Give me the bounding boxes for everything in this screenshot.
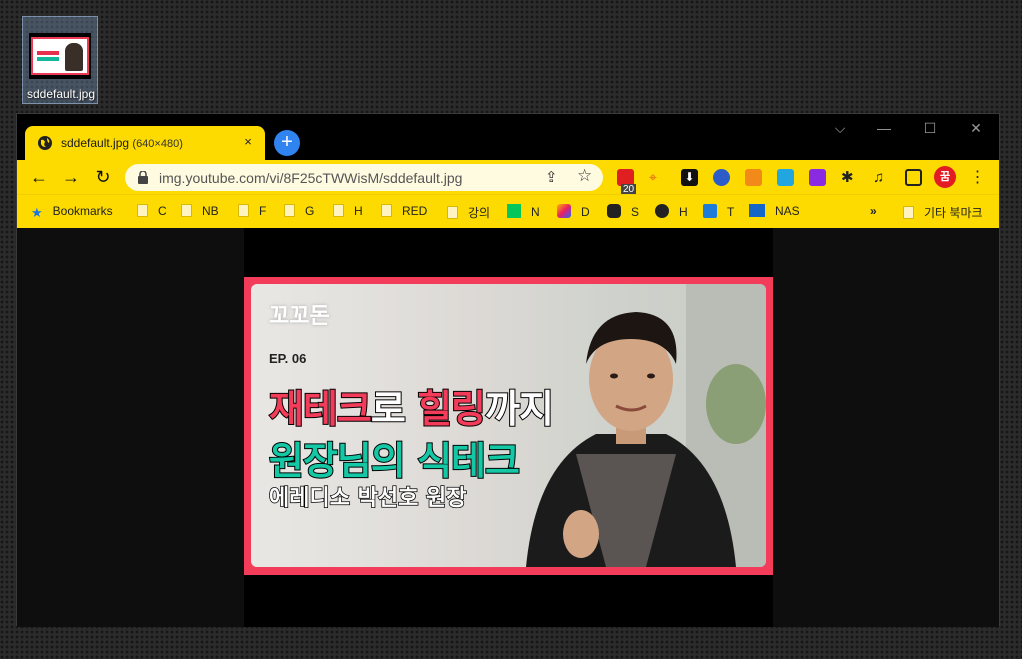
- extension-download-icon[interactable]: ⬇: [681, 169, 698, 186]
- extensions-puzzle-icon[interactable]: ✱: [841, 169, 858, 186]
- desktop-file-label: sddefault.jpg: [26, 87, 96, 101]
- bookmark-nas[interactable]: NAS: [749, 204, 800, 220]
- extension-firefox-icon[interactable]: [713, 169, 730, 186]
- tab-title: sddefault.jpg (640×480): [61, 136, 183, 150]
- bookmark-s[interactable]: S: [607, 204, 639, 220]
- bookmark-folder-c[interactable]: C: [137, 204, 167, 220]
- owl-icon: [655, 204, 669, 218]
- folder-icon: [238, 204, 249, 217]
- minimize-button[interactable]: —: [869, 120, 899, 136]
- forward-button[interactable]: →: [61, 167, 81, 187]
- folder-icon: [284, 204, 295, 217]
- image-viewer: 꼬꼬돈 EP. 06 재테크로 힐링까지 원장님의 식테크 에레디소 박선호 원…: [244, 228, 773, 627]
- lock-icon: [138, 171, 148, 184]
- folder-icon: [903, 206, 914, 219]
- bookmarks-overflow-button[interactable]: »: [870, 204, 877, 220]
- media-control-icon[interactable]: ♫: [873, 169, 890, 186]
- bookmark-folder-g[interactable]: G: [284, 204, 314, 220]
- reload-button[interactable]: ↻: [93, 167, 113, 187]
- image-thumbnail-icon: [29, 33, 91, 79]
- chat-icon: [607, 204, 621, 218]
- bookmark-folder-nb[interactable]: NB: [181, 204, 219, 220]
- menu-kebab-icon[interactable]: ⋮: [969, 169, 986, 186]
- bookmark-item-bookmarks[interactable]: ★ Bookmarks: [31, 204, 113, 220]
- extension-save-icon[interactable]: [809, 169, 826, 186]
- bookmarks-bar: ★ Bookmarks C NB F G H RED 강의 N D S H T N…: [17, 194, 999, 228]
- desktop-file-icon[interactable]: sddefault.jpg: [22, 16, 98, 104]
- guest-name: 에레디소 박선호 원장: [268, 485, 467, 512]
- tab-active[interactable]: sddefault.jpg (640×480) ×: [25, 126, 265, 160]
- bookmark-folder-red[interactable]: RED: [381, 204, 427, 220]
- extension-cursor-icon[interactable]: ⌖: [649, 169, 666, 186]
- close-window-button[interactable]: ✕: [961, 120, 991, 136]
- globe-icon: [38, 136, 52, 150]
- bookmark-d[interactable]: D: [557, 204, 590, 220]
- new-tab-button[interactable]: +: [274, 130, 300, 156]
- trello-icon: [703, 204, 717, 218]
- tab-close-icon[interactable]: ×: [239, 133, 257, 151]
- bookmark-star-icon[interactable]: ☆: [577, 166, 595, 185]
- side-panel-icon[interactable]: [905, 169, 922, 186]
- page-content: 꼬꼬돈 EP. 06 재테크로 힐링까지 원장님의 식테크 에레디소 박선호 원…: [17, 228, 999, 627]
- address-bar[interactable]: img.youtube.com/vi/8F25cTWWisM/sddefault…: [125, 164, 603, 191]
- extension-chart-icon[interactable]: [745, 169, 762, 186]
- browser-window: sddefault.jpg (640×480) × + ⌵ — ☐ ✕ ← → …: [16, 113, 1000, 627]
- tab-search-icon[interactable]: ⌵: [825, 120, 855, 136]
- bookmark-naver[interactable]: N: [507, 204, 540, 220]
- extension-snowflake-icon[interactable]: [777, 169, 794, 186]
- title-bar: sddefault.jpg (640×480) × + ⌵ — ☐ ✕: [17, 114, 999, 160]
- bookmark-h2[interactable]: H: [655, 204, 688, 220]
- d-app-icon: [557, 204, 571, 218]
- url-text: img.youtube.com/vi/8F25cTWWisM/sddefault…: [159, 170, 463, 186]
- maximize-button[interactable]: ☐: [915, 120, 945, 136]
- folder-icon: [447, 206, 458, 219]
- displayed-image[interactable]: 꼬꼬돈 EP. 06 재테크로 힐링까지 원장님의 식테크 에레디소 박선호 원…: [244, 277, 773, 575]
- dsm-icon: [749, 204, 765, 217]
- episode-label: EP. 06: [269, 351, 307, 366]
- naver-icon: [507, 204, 521, 218]
- back-button[interactable]: ←: [29, 167, 49, 187]
- bookmark-folder-lecture[interactable]: 강의: [447, 204, 490, 220]
- toolbar: ← → ↻ img.youtube.com/vi/8F25cTWWisM/sdd…: [17, 160, 999, 194]
- headline-line-2: 원장님의 식테크: [268, 438, 521, 484]
- bookmark-folder-f[interactable]: F: [238, 204, 266, 220]
- folder-icon: [137, 204, 148, 217]
- star-icon: ★: [31, 205, 43, 220]
- bookmark-t[interactable]: T: [703, 204, 734, 220]
- share-icon[interactable]: ⇪: [545, 168, 563, 186]
- bookmark-folder-h[interactable]: H: [333, 204, 363, 220]
- folder-icon: [333, 204, 344, 217]
- profile-avatar[interactable]: 꿈: [934, 166, 956, 188]
- folder-icon: [381, 204, 392, 217]
- headline-line-1: 재테크로 힐링까지: [268, 386, 555, 432]
- folder-icon: [181, 204, 192, 217]
- show-logo: 꼬꼬돈: [269, 304, 330, 329]
- bookmark-folder-other[interactable]: 기타 북마크: [903, 204, 983, 220]
